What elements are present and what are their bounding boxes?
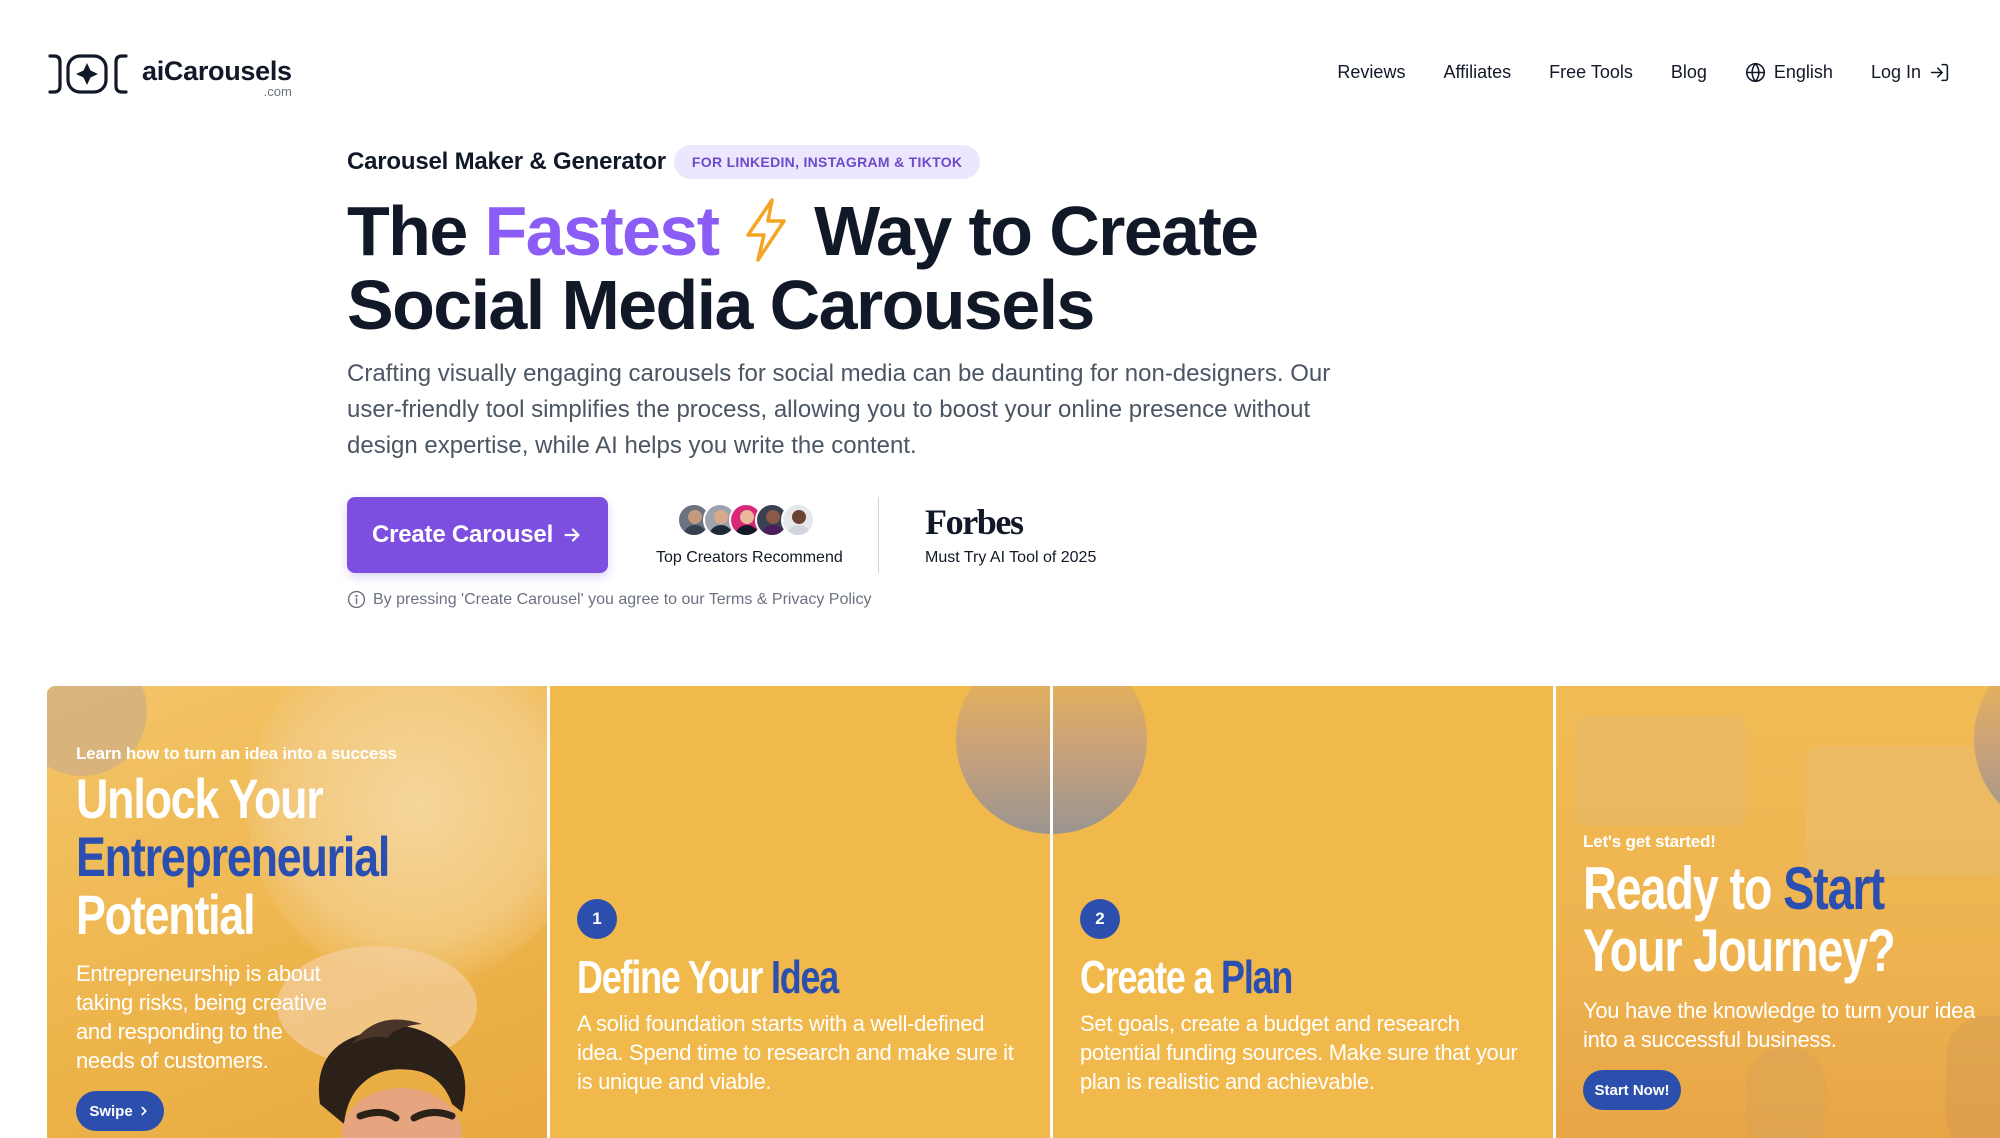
example-carousel: Learn how to turn an idea into a success… [47,686,2000,1138]
cartoon-man-illustration [318,1019,466,1138]
product-category: Carousel Maker & Generator [347,148,666,175]
carousel-slide-step-1: 1 Define Your Idea A solid foundation st… [550,686,1050,1138]
start-now-button[interactable]: Start Now! [1583,1070,1681,1110]
slide-title-highlight: Start [1783,855,1885,922]
swipe-label: Swipe [89,1102,133,1120]
slide-body: A solid foundation starts with a well-de… [577,1011,1014,1094]
logo-name: aiCarousels [142,56,292,86]
divider [878,497,879,573]
headline-line2: Social Media Carousels [347,266,1095,344]
step-number-badge: 1 [577,899,617,939]
nav-affiliates-label: Affiliates [1443,62,1512,82]
site-logo[interactable]: aiCarousels .com [46,48,292,99]
start-now-label: Start Now! [1594,1081,1670,1099]
platforms-badge: FOR LINKEDIN, INSTAGRAM & TIKTOK [673,145,981,179]
create-carousel-button[interactable]: Create Carousel [347,497,608,573]
nav-affiliates[interactable]: Affiliates [1443,58,1511,86]
forbes-label: Must Try AI Tool of 2025 [925,549,1097,566]
swipe-button[interactable]: Swipe [76,1091,164,1131]
slide-title: Create a Plan [1080,951,1293,1003]
nav-reviews-label: Reviews [1337,62,1406,82]
create-carousel-label: Create Carousel [371,521,554,548]
carousel-slide-cta: Let's get started! Ready to Start Your J… [1556,686,2000,1138]
globe-icon [1745,62,1765,82]
carousel-slide-step-2: 2 Create a Plan Set goals, create a budg… [1053,686,1553,1138]
slide-title: Ready to Start Your Journey? [1583,855,1896,984]
decorative-circle [956,686,1050,834]
hero-eyebrow: Carousel Maker & Generator FOR LINKEDIN,… [347,140,1347,184]
cta-row: Create Carousel Top Creators Recommend F… [347,497,1096,573]
language-label: English [1773,62,1833,82]
slide-title-line2: Entrepreneurial [76,825,390,888]
top-creators: Top Creators Recommend [656,503,843,567]
slide-title-line1: Unlock Your [76,767,324,830]
nav-free-tools-label: Free Tools [1549,62,1633,82]
language-selector[interactable]: English [1745,58,1833,86]
site-header: aiCarousels .com Reviews Affiliates Free… [0,0,2000,144]
chevron-right-icon [141,1106,147,1116]
nav-free-tools[interactable]: Free Tools [1549,58,1633,86]
step-number-badge: 2 [1080,899,1120,939]
slide-background-photo [1746,1046,1826,1138]
info-icon [347,590,366,609]
terms-notice: By pressing 'Create Carousel' you agree … [347,590,871,609]
slide-title-plain: Create a [1080,951,1222,1003]
decorative-circle [1053,686,1147,834]
nav-blog-label: Blog [1670,62,1707,82]
slide-background-photo [1576,716,1746,826]
logo-domain: .com [263,84,292,99]
slide-kicker: Let's get started! [1583,832,1716,851]
hero-headline: The Fastest Way to Create Social Media C… [347,194,1347,342]
slide-kicker: Learn how to turn an idea into a success [76,744,397,763]
slide-title-plain: Ready to [1583,855,1784,922]
headline-part1: The [347,192,485,270]
login-link[interactable]: Log In [1871,58,1950,86]
creator-avatars [656,503,836,539]
avatar [781,503,815,537]
forbes-endorsement: Forbes Must Try AI Tool of 2025 [925,503,1096,567]
slide-title-line2: Your Journey? [1583,917,1896,984]
hero-section: Carousel Maker & Generator FOR LINKEDIN,… [347,140,1347,609]
login-label: Log In [1870,62,1921,82]
headline-accent: Fastest [484,192,721,270]
login-arrow-icon [1930,63,1949,81]
slide-body: Set goals, create a budget and research … [1080,1011,1518,1094]
slide-title: Define Your Idea [577,951,839,1003]
lightning-bolt-icon [746,198,787,262]
terms-text: By pressing 'Create Carousel' you agree … [373,590,872,608]
nav-reviews[interactable]: Reviews [1337,58,1405,86]
hero-description: Crafting visually engaging carousels for… [347,360,1331,459]
main-nav: Reviews Affiliates Free Tools Blog Engli… [1337,58,1950,86]
creators-label: Top Creators Recommend [656,549,843,566]
nav-blog[interactable]: Blog [1671,58,1707,86]
headline-part2: Way to Create [796,192,1259,270]
slide-title-highlight: Idea [770,951,839,1003]
slide-title-line3: Potential [76,883,256,946]
slide-title-highlight: Plan [1221,951,1293,1003]
forbes-logo: Forbes [925,502,1024,542]
slide-body: You have the knowledge to turn your idea… [1583,998,1976,1052]
arrow-right-icon [564,528,580,542]
slide-title-plain: Define Your [577,951,771,1003]
logo-mark-icon [48,54,128,94]
slide-title: Unlock Your Entrepreneurial Potential [76,767,390,946]
carousel-slide-intro: Learn how to turn an idea into a success… [47,686,547,1138]
